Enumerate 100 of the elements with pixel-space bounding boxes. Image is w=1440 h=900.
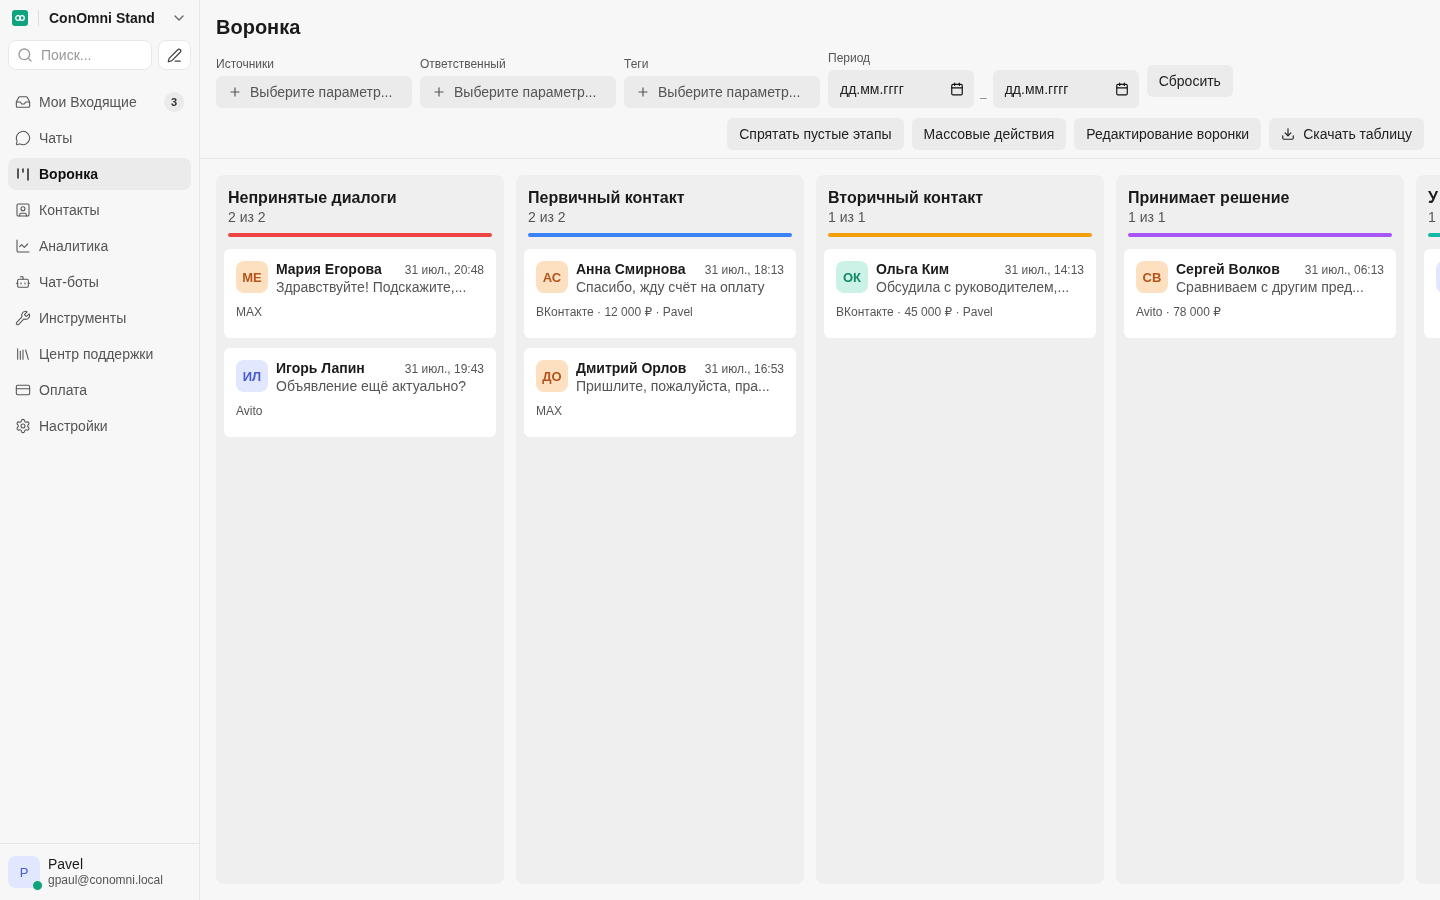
stage-count: 2 из 2 xyxy=(527,208,567,225)
contact-name: Дмитрий Орлов xyxy=(576,360,687,376)
filter-label: Ответственный xyxy=(420,57,507,71)
user-email: gpaul@conomni.local xyxy=(48,872,163,888)
range-dash: – xyxy=(980,91,987,105)
avatar: СВ xyxy=(1136,261,1168,293)
chat-bubble-icon xyxy=(15,130,31,146)
filter-select[interactable]: Выберите параметр... xyxy=(420,76,616,108)
search-icon xyxy=(17,47,33,63)
deal-card[interactable]: ДО Дмитрий Орлов 31 июл., 16:53 Пришлите, пожалуйста, пра... MAX xyxy=(524,348,796,437)
contact-name: Мария Егорова xyxy=(276,261,382,277)
filter-select[interactable]: Выберите параметр... xyxy=(624,76,820,108)
message-time: 31 июл., 18:13 xyxy=(704,263,784,277)
stage-count: 1 xyxy=(1427,208,1437,225)
search-input[interactable]: Поиск... xyxy=(39,46,143,64)
nav-label: Настройки xyxy=(39,418,109,434)
deal-card[interactable]: АС Анна Смирнова 31 июл., 18:13 Спасибо, жду счёт на оплату ВКонтакте · 12 000 ₽ · Pavel xyxy=(524,249,796,338)
message-time: 31 июл., 16:53 xyxy=(704,362,784,376)
message-time: 31 июл., 14:13 xyxy=(1004,263,1084,277)
nav-item[interactable]: Оплата xyxy=(8,374,191,406)
action-button[interactable]: Редактирование воронки xyxy=(1074,118,1262,150)
user-avatar[interactable]: P xyxy=(8,856,40,888)
nav-label: Аналитика xyxy=(39,238,110,254)
avatar: АС xyxy=(536,261,568,293)
nav-item[interactable]: Чаты xyxy=(8,122,191,154)
stage-title: Непринятые диалоги xyxy=(227,189,398,207)
deal-card[interactable]: ОК Ольга Ким 31 июл., 14:13 Обсудила с руководителем,... ВКонтакте · 45 000 ₽ · Pavel xyxy=(824,249,1096,338)
search-field[interactable]: Поиск... xyxy=(8,40,152,70)
avatar: МЕ xyxy=(236,261,268,293)
nav-label: Центр поддержки xyxy=(39,346,155,362)
action-button[interactable]: Массовые действия xyxy=(911,118,1067,150)
date-field[interactable]: дд.мм.гггг xyxy=(828,70,974,108)
nav-label: Контакты xyxy=(39,202,101,218)
nav-label: Инструменты xyxy=(39,310,128,326)
stage-title: Принимает решение xyxy=(1127,189,1291,207)
message-preview: Сравниваем с другим пред... xyxy=(1176,279,1365,295)
stage-count: 1 из 1 xyxy=(1127,208,1167,225)
workspace-name[interactable]: ConOmni Stand xyxy=(49,10,161,26)
wrench-icon xyxy=(15,310,31,326)
stage-count: 1 из 1 xyxy=(827,208,867,225)
reset-button[interactable]: Сбросить xyxy=(1146,65,1233,97)
bars-icon xyxy=(15,166,31,182)
nav-label: Оплата xyxy=(39,382,89,398)
nav-label: Чаты xyxy=(39,130,74,146)
line-chart-icon xyxy=(15,238,31,254)
nav-item[interactable]: Аналитика xyxy=(8,230,191,262)
contact-name: Сергей Волков xyxy=(1176,261,1280,277)
compose-button[interactable] xyxy=(158,40,191,70)
books-icon xyxy=(15,346,31,362)
deal-card[interactable]: МЕ Мария Егорова 31 июл., 20:48 Здравствуйте! Подскажите,... MAX xyxy=(224,249,496,338)
nav-item[interactable]: Настройки xyxy=(8,410,191,442)
contact-name: Игорь Лапин xyxy=(276,360,365,376)
message-preview: Пришлите, пожалуйста, пра... xyxy=(576,378,771,394)
deal-meta: MAX xyxy=(536,404,563,418)
contact-name: Анна Смирнова xyxy=(576,261,686,277)
message-time: 31 июл., 19:43 xyxy=(404,362,484,376)
date-field[interactable]: дд.мм.гггг xyxy=(992,70,1139,108)
nav-item[interactable]: Контакты xyxy=(8,194,191,226)
avatar: ИЛ xyxy=(236,360,268,392)
nav-item[interactable]: Чат-боты xyxy=(8,266,191,298)
filter-label: Период xyxy=(828,51,872,65)
plus-icon xyxy=(636,85,650,99)
settings-icon xyxy=(15,418,31,434)
user-name: Pavel xyxy=(48,856,85,872)
nav-label: Мои Входящие xyxy=(39,94,138,110)
stage-title: У xyxy=(1427,189,1439,207)
message-preview: Обсудила с руководителем,... xyxy=(876,279,1071,295)
nav-item[interactable]: Воронка xyxy=(8,158,191,190)
credit-card-icon xyxy=(15,382,31,398)
nav-item[interactable]: Центр поддержки xyxy=(8,338,191,370)
contact-name: Ольга Ким xyxy=(876,261,950,277)
message-preview: Спасибо, жду счёт на оплату xyxy=(576,279,766,295)
deal-meta: ВКонтакте · 12 000 ₽ · Pavel xyxy=(536,305,694,319)
nav-label: Воронка xyxy=(39,166,99,182)
message-preview: Объявление ещё актуально? xyxy=(276,378,468,394)
calendar-icon xyxy=(1114,82,1129,96)
filter-select[interactable]: Выберите параметр... xyxy=(216,76,412,108)
action-button[interactable]: Спрятать пустые этапы xyxy=(727,118,904,150)
avatar: ДО xyxy=(536,360,568,392)
deal-meta: MAX xyxy=(236,305,263,319)
inbox-icon xyxy=(15,94,31,110)
contact-card-icon xyxy=(15,202,31,218)
stage-title: Первичный контакт xyxy=(527,189,686,207)
stage-title: Вторичный контакт xyxy=(827,189,985,207)
count-badge: 3 xyxy=(164,92,184,112)
nav-item[interactable]: Мои Входящие 3 xyxy=(8,86,191,118)
message-time: 31 июл., 20:48 xyxy=(404,263,484,277)
nav-label: Чат-боты xyxy=(39,274,100,290)
deal-card[interactable]: ИЛ Игорь Лапин 31 июл., 19:43 Объявление ещё актуально? Avito xyxy=(224,348,496,437)
filter-label: Теги xyxy=(624,57,650,71)
logo-icon xyxy=(12,10,28,26)
bot-icon xyxy=(15,274,31,290)
action-button[interactable]: Скачать таблицу xyxy=(1269,118,1424,150)
deal-meta: ВКонтакте · 45 000 ₽ · Pavel xyxy=(836,305,994,319)
download-icon xyxy=(1281,127,1296,141)
plus-icon xyxy=(228,85,242,99)
nav-item[interactable]: Инструменты xyxy=(8,302,191,334)
deal-card[interactable]: СВ Сергей Волков 31 июл., 06:13 Сравниваем с другим пред... Avito · 78 000 ₽ xyxy=(1124,249,1396,338)
message-time: 31 июл., 06:13 xyxy=(1304,263,1384,277)
deal-meta: Avito xyxy=(236,404,264,418)
